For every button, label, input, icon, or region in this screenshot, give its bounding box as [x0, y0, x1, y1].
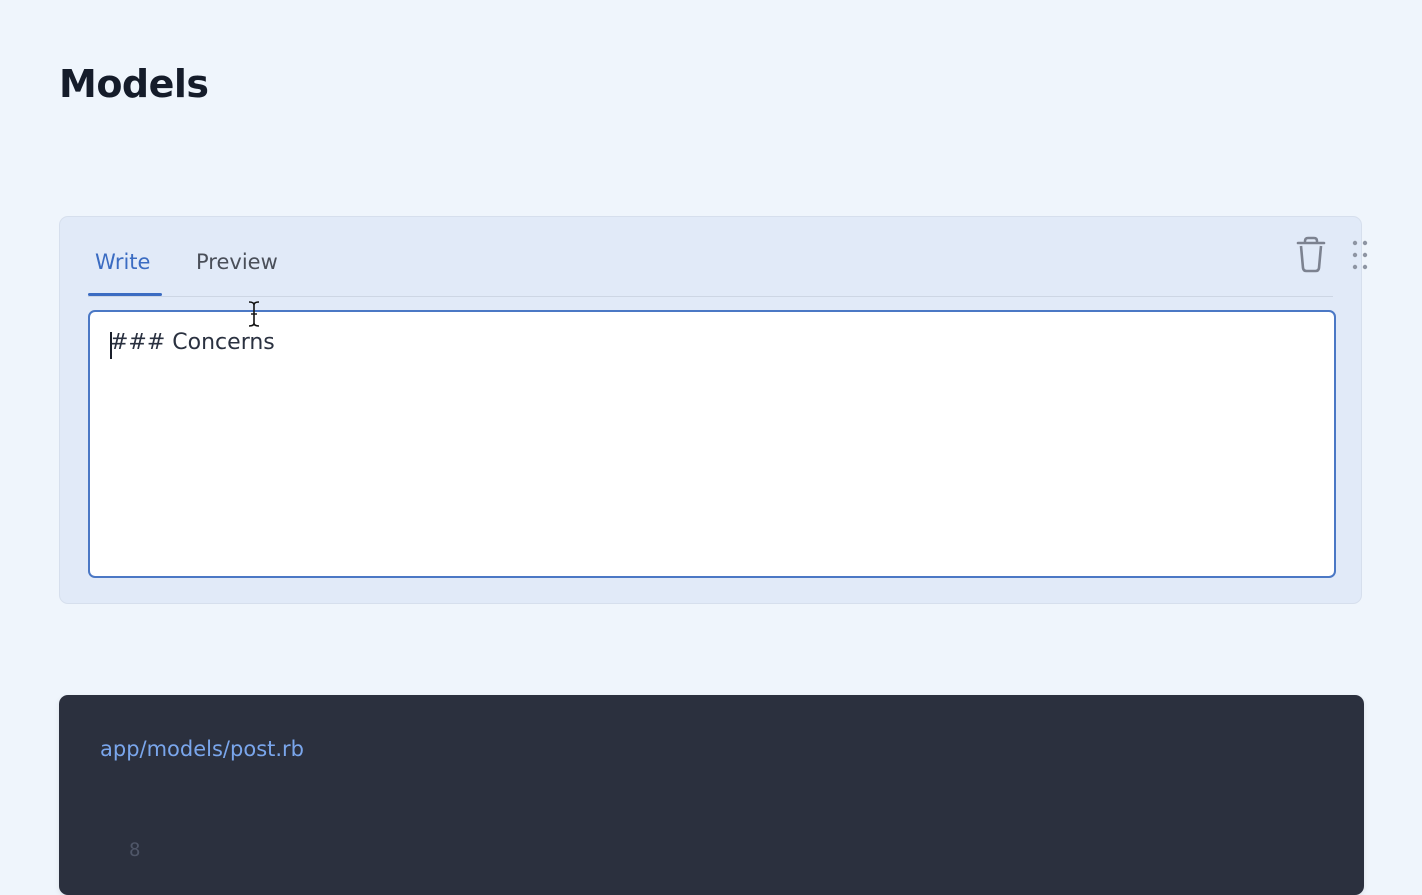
code-filename: app/models/post.rb	[100, 737, 305, 761]
trash-icon	[1296, 236, 1326, 273]
delete-block-button[interactable]	[1293, 235, 1329, 275]
line-number: 8	[129, 839, 141, 861]
textarea-value: ### Concerns	[110, 330, 275, 355]
markdown-editor-card: Write Preview ### Concerns	[59, 216, 1368, 604]
tab-write[interactable]: Write	[95, 250, 150, 274]
markdown-textarea[interactable]: ### Concerns	[88, 310, 1336, 578]
drag-handle-icon	[1352, 240, 1368, 270]
page-title: Models	[59, 62, 209, 106]
code-block: app/models/post.rb 8	[59, 695, 1364, 895]
drag-handle[interactable]	[1350, 239, 1370, 271]
tab-preview[interactable]: Preview	[196, 250, 278, 274]
active-tab-indicator	[88, 293, 162, 296]
editor-tabs: Write Preview	[88, 217, 1368, 297]
